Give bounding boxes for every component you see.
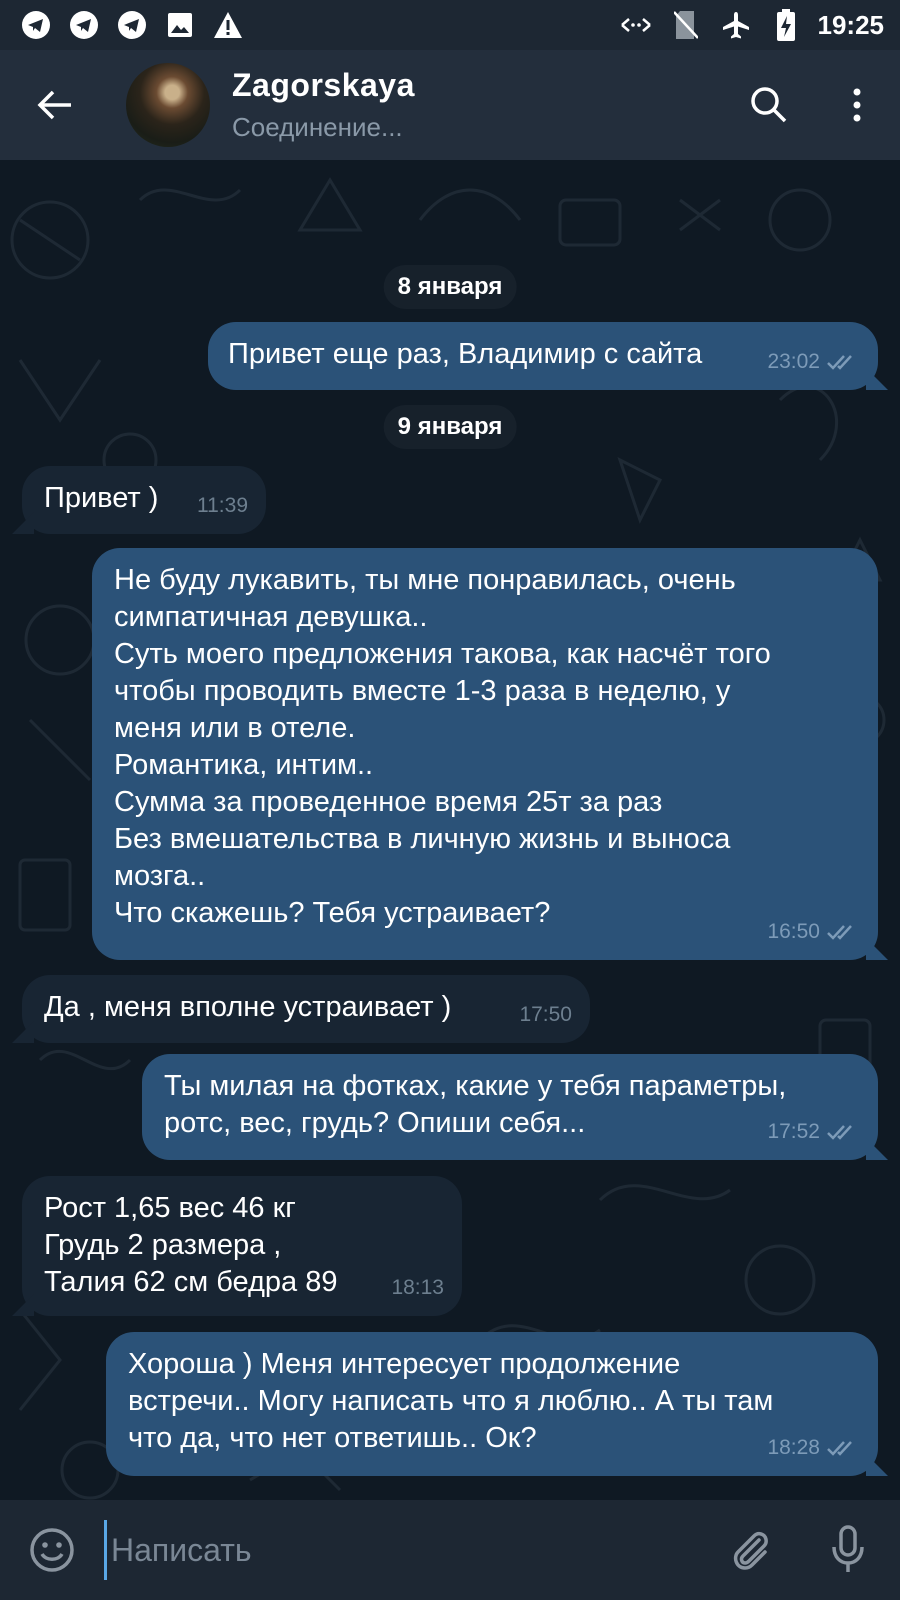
message-text: Ты милая на фотках, какие у тебя парамет…: [164, 1070, 787, 1139]
telegram-icon: [114, 7, 150, 43]
date-separator: 9 января: [383, 405, 517, 449]
emoji-button[interactable]: [0, 1500, 104, 1600]
message-text: Рост 1,65 вес 46 кг Грудь 2 размера , Та…: [44, 1192, 338, 1298]
outgoing-message[interactable]: Ты милая на фотках, какие у тебя парамет…: [142, 1054, 878, 1160]
outgoing-message[interactable]: Не буду лукавить, ты мне понравилась, оч…: [92, 548, 878, 960]
message-text: Хороша ) Меня интересует продолжение вст…: [128, 1348, 774, 1454]
message-time: 17:50: [519, 1003, 572, 1026]
message-time: 11:39: [197, 494, 248, 517]
message-meta: 18:28: [767, 1429, 860, 1466]
message-input-bar: [0, 1500, 900, 1600]
message-input[interactable]: [104, 1520, 706, 1580]
chat-title: Zagorskaya: [232, 67, 415, 103]
image-icon: [162, 7, 198, 43]
message-meta: 17:50: [519, 996, 572, 1033]
telegram-icon: [66, 7, 102, 43]
emoji-icon: [30, 1528, 74, 1572]
more-vertical-icon: [853, 88, 861, 122]
status-time: 19:25: [817, 9, 885, 40]
voice-message-button[interactable]: [796, 1500, 900, 1600]
message-meta: 16:50: [767, 913, 860, 950]
incoming-message[interactable]: Привет ) 11:39: [22, 466, 266, 534]
message-meta: 11:39: [197, 487, 248, 524]
back-button[interactable]: [0, 50, 110, 160]
chat-status: Соединение...: [232, 112, 403, 142]
date-separator: 8 января: [383, 265, 517, 309]
double-check-icon: [827, 924, 852, 940]
attach-button[interactable]: [706, 1500, 796, 1600]
outgoing-message[interactable]: Хороша ) Меня интересует продолжение вст…: [106, 1332, 878, 1476]
incoming-message[interactable]: Да , меня вполне устраивает ) 17:50: [22, 975, 590, 1043]
chat-header: Zagorskaya Соединение...: [0, 50, 900, 160]
paperclip-icon: [733, 1531, 768, 1570]
chat-area[interactable]: 8 января Привет еще раз, Владимир с сайт…: [0, 160, 900, 1500]
message-time: 16:50: [767, 920, 820, 943]
message-time: 23:02: [767, 350, 820, 373]
chat-info[interactable]: Zagorskaya Соединение...: [232, 67, 724, 143]
incoming-message[interactable]: Рост 1,65 вес 46 кг Грудь 2 размера , Та…: [22, 1176, 462, 1316]
message-text: Да , меня вполне устраивает ): [44, 991, 452, 1023]
outgoing-message[interactable]: Привет еще раз, Владимир с сайта 23:02: [208, 322, 878, 390]
data-arrows-icon: [618, 7, 654, 43]
message-time: 18:13: [391, 1276, 444, 1299]
battery-charging-icon: [768, 7, 804, 43]
avatar[interactable]: [126, 63, 210, 147]
double-check-icon: [827, 354, 852, 370]
double-check-icon: [827, 1124, 852, 1140]
message-text: Привет еще раз, Владимир с сайта: [228, 338, 703, 370]
telegram-icon: [18, 7, 54, 43]
message-time: 18:28: [767, 1436, 820, 1459]
search-button[interactable]: [724, 50, 814, 160]
message-time: 17:52: [767, 1120, 820, 1143]
message-text: Не буду лукавить, ты мне понравилась, оч…: [114, 564, 771, 929]
status-bar: 19:25: [0, 0, 900, 50]
message-meta: 23:02: [767, 343, 860, 380]
search-icon: [751, 87, 787, 123]
message-meta: 18:13: [391, 1269, 444, 1306]
airplane-icon: [718, 7, 754, 43]
message-meta: 17:52: [767, 1113, 860, 1150]
back-arrow-icon: [37, 90, 71, 120]
microphone-icon: [832, 1525, 864, 1572]
more-options-button[interactable]: [814, 50, 900, 160]
no-sim-icon: [668, 7, 704, 43]
warning-icon: [210, 7, 246, 43]
double-check-icon: [827, 1440, 852, 1456]
